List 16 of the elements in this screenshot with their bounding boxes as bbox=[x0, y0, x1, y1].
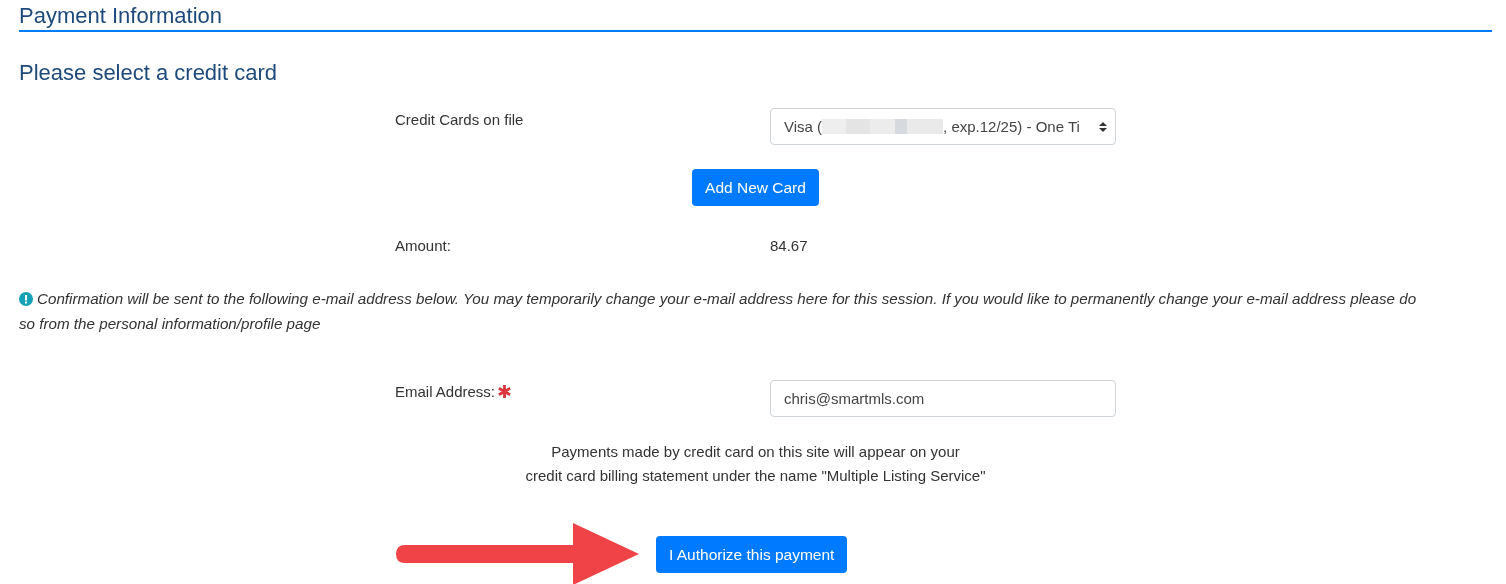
card-select[interactable]: Visa ( , exp.12/25) - One Ti bbox=[770, 108, 1116, 145]
field-label: Email Address: bbox=[395, 383, 496, 400]
section-title: Please select a credit card bbox=[19, 60, 278, 86]
authorize-button[interactable]: I Authorize this payment bbox=[656, 535, 848, 573]
notice-text: so from the personal information/profile page bbox=[19, 314, 322, 334]
billing-note: Payments made by credit card on this site will appear on your credit card billing statement under the name "Multiple Listing Service" bbox=[524, 442, 987, 486]
caret-icon bbox=[1099, 120, 1107, 133]
amount-value: 84.67 bbox=[770, 236, 809, 255]
notice-text: Confirmation will be sent to the following e-mail address below. You may temporarily change your e-mail address here for this session. If you would like to permanently change your e-mail address please do bbox=[37, 289, 1417, 309]
arrow-icon bbox=[395, 521, 640, 584]
info-icon bbox=[19, 291, 33, 306]
email-field[interactable]: chris@smartmls.com bbox=[770, 380, 1116, 417]
field-label: Amount: bbox=[395, 236, 452, 255]
page-title: Payment Information bbox=[19, 2, 222, 29]
field-label: Credit Cards on file bbox=[395, 110, 525, 129]
add-card-button[interactable]: Add New Card bbox=[692, 169, 819, 206]
